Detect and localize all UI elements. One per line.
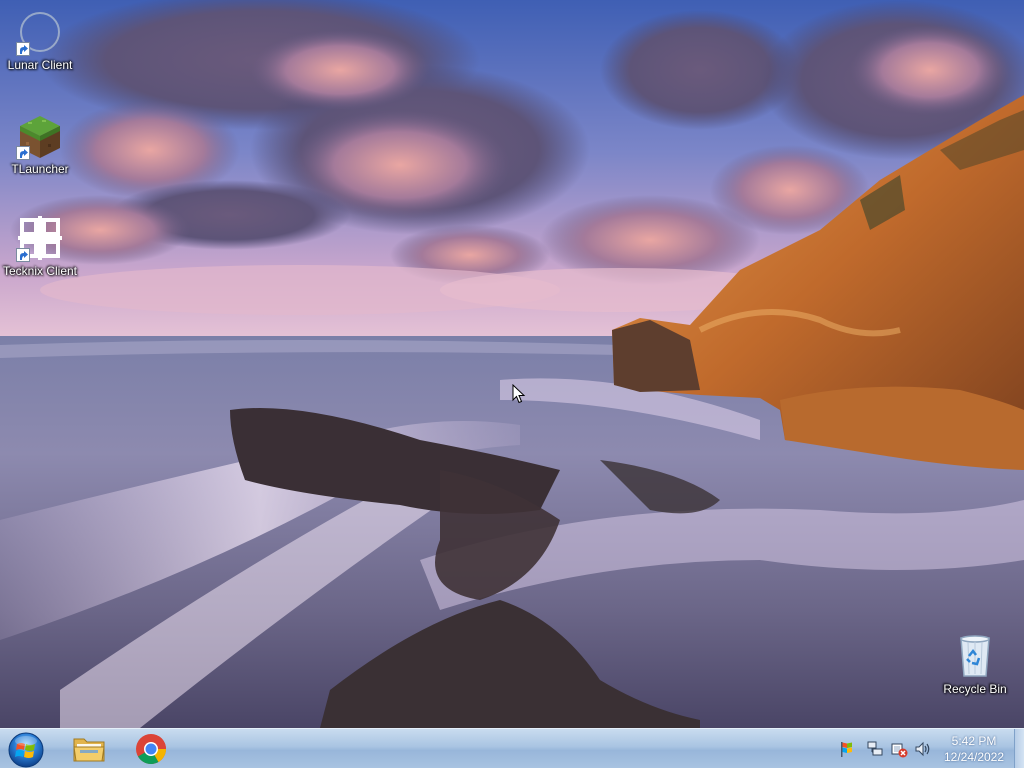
desktop-icon-label: Lunar Client xyxy=(7,58,73,72)
mouse-pointer-icon xyxy=(512,384,526,404)
clock-time: 5:42 PM xyxy=(951,734,997,748)
lunar-client-icon xyxy=(16,8,64,56)
power-disconnected-icon[interactable] xyxy=(890,740,908,758)
desktop-icon-label: Recycle Bin xyxy=(943,682,1007,696)
grass-block-icon xyxy=(16,112,64,160)
start-button[interactable] xyxy=(4,730,44,768)
windows-orb-icon xyxy=(8,732,44,768)
taskbar: 5:42 PM 12/24/2022 xyxy=(0,728,1024,768)
desktop-icon-tecknix-client[interactable]: Tecknix Client xyxy=(0,214,80,278)
desktop-icon-label: TLauncher xyxy=(11,162,69,176)
desktop-icon-lunar-client[interactable]: Lunar Client xyxy=(0,8,80,72)
network-icon[interactable] xyxy=(866,740,884,758)
shortcut-arrow-icon xyxy=(16,42,30,56)
folder-icon xyxy=(73,738,105,762)
shortcut-arrow-icon xyxy=(16,146,30,160)
desktop-icon-label: Tecknix Client xyxy=(2,264,78,278)
desktop[interactable]: Lunar Client TLauncher Tecknix Client Re… xyxy=(0,0,1024,768)
volume-icon[interactable] xyxy=(914,740,932,758)
show-desktop-button[interactable] xyxy=(1014,729,1024,768)
clock-date: 12/24/2022 xyxy=(943,750,1005,764)
desktop-icon-recycle-bin[interactable]: Recycle Bin xyxy=(935,632,1015,696)
desktop-icon-tlauncher[interactable]: TLauncher xyxy=(0,112,80,176)
taskbar-button-google-chrome[interactable] xyxy=(124,731,178,767)
action-center-flag-icon[interactable] xyxy=(838,740,856,758)
chrome-icon xyxy=(136,734,166,765)
shortcut-arrow-icon xyxy=(16,248,30,262)
tecknix-logo-icon xyxy=(16,214,64,262)
recycle-bin-icon xyxy=(951,632,999,680)
taskbar-clock[interactable]: 5:42 PM 12/24/2022 xyxy=(934,733,1014,765)
taskbar-button-windows-explorer[interactable] xyxy=(62,731,116,767)
